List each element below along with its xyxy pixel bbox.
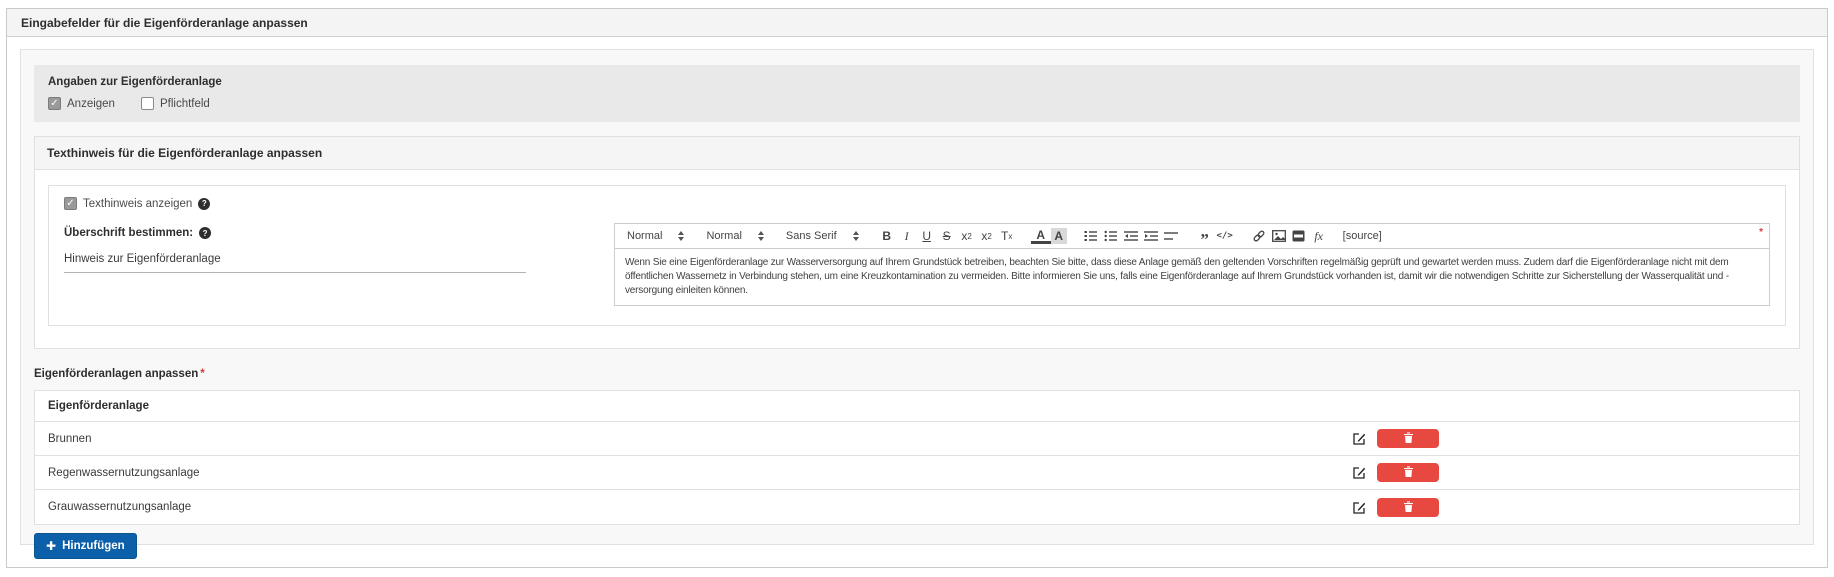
bold-button[interactable]: B [877,225,897,247]
trash-icon [1404,431,1413,446]
anlagen-table-body: Brunnen Regenwassernutzungsanlage Grauwass… [35,422,1799,524]
texthinweis-panel-body: Texthinweis anzeigen ? Überschrift besti… [35,170,1799,348]
texthinweis-anzeigen-label: Texthinweis anzeigen [83,198,192,210]
delete-button[interactable] [1377,463,1439,482]
anlage-name: Grauwassernutzungsanlage [48,501,1353,513]
editor-toolbar: Normal Normal Sans Serif [615,224,1769,249]
delete-button[interactable] [1377,429,1439,448]
texthinweis-anzeigen-checkbox[interactable]: Texthinweis anzeigen [64,197,192,210]
ordered-list-icon[interactable] [1081,225,1101,247]
strikethrough-button[interactable]: S [937,225,957,247]
paragraph-picker[interactable]: Normal [623,230,688,242]
texthinweis-panel: Texthinweis für die Eigenförderanlage an… [34,136,1800,349]
picker-arrows-icon [853,231,859,241]
bullet-list-icon[interactable] [1101,225,1121,247]
angaben-section: Angaben zur Eigenförderanlage Anzeigen P… [34,65,1800,122]
table-row: Brunnen [35,422,1799,456]
plus-icon: ✚ [46,540,56,552]
ueberschrift-label: Überschrift bestimmen: [64,227,193,239]
table-row: Grauwassernutzungsanlage [35,490,1799,524]
anzeigen-checkbox-label: Anzeigen [67,98,115,110]
pflichtfeld-checkbox-box[interactable] [141,97,154,110]
angaben-checkbox-row: Anzeigen Pflichtfeld [48,97,1786,110]
help-icon[interactable]: ? [198,198,210,210]
texthinweis-heading: Texthinweis für die Eigenförderanlage an… [35,137,1799,170]
pflichtfeld-checkbox[interactable]: Pflichtfeld [141,97,210,110]
table-row: Regenwassernutzungsanlage [35,456,1799,490]
picker-arrows-icon [678,231,684,241]
add-button[interactable]: ✚ Hinzufügen [34,533,137,559]
clear-formatting-button[interactable]: Tx [997,225,1017,247]
formula-button[interactable]: fx [1309,225,1329,247]
row-actions [1353,463,1786,482]
trash-icon [1404,500,1413,515]
row-actions [1353,498,1786,517]
texthinweis-anzeigen-checkbox-box[interactable] [64,197,77,210]
font-picker[interactable]: Sans Serif [782,230,863,242]
underline-button[interactable]: U [917,225,937,247]
anlage-name: Brunnen [48,433,1353,445]
subscript-button[interactable]: x2 [957,225,977,247]
editor-required-marker: * [1759,227,1763,238]
text-color-button[interactable]: A [1031,228,1051,244]
code-block-button[interactable]: </> [1215,225,1235,247]
row-actions [1353,429,1786,448]
ueberschrift-column: Überschrift bestimmen: ? [64,223,526,273]
texthinweis-anzeigen-row: Texthinweis anzeigen ? [64,197,1770,210]
eingabefelder-card: Eingabefelder für die Eigenförderanlage … [6,8,1828,568]
superscript-button[interactable]: x2 [977,225,997,247]
source-button[interactable]: [source] [1343,230,1382,242]
size-picker[interactable]: Normal [702,230,767,242]
anlagen-table: Eigenförderanlage Brunnen Regenwassernutz… [34,390,1800,525]
align-icon[interactable] [1161,225,1181,247]
delete-button[interactable] [1377,498,1439,517]
trash-icon [1404,465,1413,480]
outdent-icon[interactable] [1121,225,1141,247]
ueberschrift-input[interactable] [64,253,526,273]
card-header: Eingabefelder für die Eigenförderanlage … [7,9,1827,37]
blockquote-icon[interactable]: ” [1195,225,1215,247]
editor-content[interactable]: Wenn Sie eine Eigenförderanlage zur Wass… [615,249,1769,305]
image-icon[interactable] [1269,225,1289,247]
required-marker: * [200,368,204,380]
page-title: Eingabefelder für die Eigenförderanlage … [21,16,308,30]
anlagen-label: Eigenförderanlagen anpassen* [34,368,1800,380]
richtext-editor: * Normal Normal [614,223,1770,306]
form-wrapper: Angaben zur Eigenförderanlage Anzeigen P… [20,49,1814,545]
editor-row: Überschrift bestimmen: ? * Normal [64,223,1770,306]
pflichtfeld-checkbox-label: Pflichtfeld [160,98,210,110]
anzeigen-checkbox-box[interactable] [48,97,61,110]
edit-icon[interactable] [1353,501,1366,514]
edit-icon[interactable] [1353,432,1366,445]
indent-icon[interactable] [1141,225,1161,247]
video-icon[interactable] [1289,225,1309,247]
add-button-label: Hinzufügen [62,540,125,552]
angaben-heading: Angaben zur Eigenförderanlage [48,76,1786,88]
anlagen-table-header: Eigenförderanlage [35,391,1799,422]
picker-arrows-icon [758,231,764,241]
help-icon[interactable]: ? [199,227,211,239]
texthinweis-inner-box: Texthinweis anzeigen ? Überschrift besti… [48,185,1786,326]
anzeigen-checkbox[interactable]: Anzeigen [48,97,115,110]
link-icon[interactable] [1249,225,1269,247]
ueberschrift-label-row: Überschrift bestimmen: ? [64,227,526,239]
card-body: Angaben zur Eigenförderanlage Anzeigen P… [7,37,1827,568]
anlage-name: Regenwassernutzungsanlage [48,467,1353,479]
italic-button[interactable]: I [897,225,917,247]
background-color-button[interactable]: A [1051,228,1067,244]
edit-icon[interactable] [1353,466,1366,479]
